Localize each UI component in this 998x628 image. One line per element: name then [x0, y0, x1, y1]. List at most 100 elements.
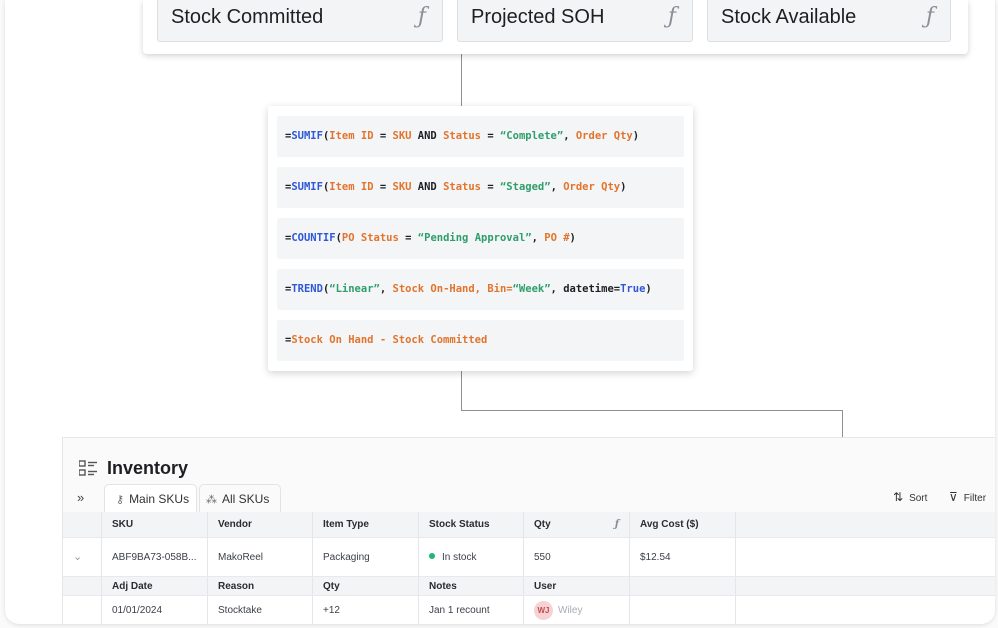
formula-token: PO # [544, 232, 570, 244]
filter-icon: ⊽ [949, 490, 958, 504]
column-header-qty[interactable]: Qty ƒ [524, 512, 630, 537]
formula-token: = [373, 130, 393, 142]
tab-all-skus[interactable]: ⁂ All SKUs [199, 484, 281, 512]
formula-token: = [373, 181, 393, 193]
column-header-notes[interactable]: Notes [419, 577, 524, 595]
empty-cell [630, 596, 736, 624]
connector-top [461, 54, 462, 106]
column-header-sku[interactable]: SKU [102, 512, 208, 537]
field-label: Stock Available [721, 6, 857, 28]
field-label: Projected SOH [471, 6, 605, 28]
formula-row[interactable]: =SUMIF(Item ID = SKU AND Status = “Stage… [277, 167, 684, 208]
formula-token: AND [411, 130, 444, 142]
formula-token: Status [443, 181, 482, 193]
expand-sidebar-button[interactable]: » [77, 490, 84, 505]
cell-stock-status[interactable]: In stock [419, 538, 524, 576]
column-header-vendor[interactable]: Vendor [208, 512, 313, 537]
row-gutter [63, 577, 102, 595]
tab-main-skus[interactable]: ⚷ Main SKUs [104, 484, 197, 512]
table-row[interactable]: ⌄ ABF9BA73-058B... MakoReel Packaging In… [63, 538, 995, 577]
function-icon: ƒ [417, 4, 426, 29]
column-header-stock-status[interactable]: Stock Status [419, 512, 524, 537]
list-icon [79, 460, 97, 476]
status-label: In stock [442, 552, 477, 563]
formula-token: PO Status [341, 232, 399, 244]
cell-sku[interactable]: ABF9BA73-058B... [102, 538, 208, 576]
formula-token: = [481, 181, 500, 193]
formula-token: “Complete” [499, 130, 564, 142]
sort-button[interactable]: ⇅ Sort [893, 490, 927, 504]
formula-token: datetime= [563, 283, 621, 295]
formula-token: AND [411, 181, 444, 193]
column-header-user[interactable]: User [524, 577, 630, 595]
formula-token: COUNTIF [291, 232, 336, 244]
sort-icon: ⇅ [893, 490, 904, 504]
formulas-card: =SUMIF(Item ID = SKU AND Status = “Compl… [268, 106, 693, 371]
cell-qty[interactable]: 550 [524, 538, 630, 576]
formula-token: , [550, 181, 564, 193]
cell-reason[interactable]: Stocktake [208, 596, 313, 624]
column-header-qty[interactable]: Qty [313, 577, 419, 595]
cell-user[interactable]: WJ Wiley [524, 596, 630, 624]
filter-button[interactable]: ⊽ Filter [949, 490, 986, 504]
cell-qty[interactable]: +12 [313, 596, 419, 624]
formula-token: “Linear” [329, 283, 380, 295]
field-chip-projected-soh[interactable]: Projected SOH ƒ [457, 0, 693, 42]
formula-token: , [379, 283, 393, 295]
cell-adj-date[interactable]: 01/01/2024 [102, 596, 208, 624]
formula-row[interactable]: =SUMIF(Item ID = SKU AND Status = “Compl… [277, 116, 684, 157]
formula-token: SKU [392, 181, 412, 193]
formula-token: Order Qty [575, 130, 633, 142]
formula-row[interactable]: =TREND(“Linear”, Stock On-Hand, Bin=“Wee… [277, 269, 684, 310]
formula-token: “Pending Approval” [417, 232, 532, 244]
function-icon: ƒ [614, 519, 619, 530]
function-icon: ƒ [667, 4, 676, 29]
row-gutter [63, 596, 102, 624]
cell-vendor[interactable]: MakoReel [208, 538, 313, 576]
inventory-header: Inventory » ⚷ Main SKUs ⁂ All SKUs ⇅ Sort ⊽… [63, 438, 995, 512]
field-label: Stock Committed [171, 6, 324, 28]
formula-token: = [481, 130, 500, 142]
formula-token: “Week” [512, 283, 551, 295]
column-header-avg-cost[interactable]: Avg Cost ($) [630, 512, 736, 537]
formula-token: ) [632, 130, 640, 142]
sort-label: Sort [909, 493, 928, 504]
expand-row-button[interactable]: ⌄ [63, 538, 102, 576]
formula-token: Stock On Hand - Stock Committed [291, 334, 488, 346]
field-chip-stock-committed[interactable]: Stock Committed ƒ [157, 0, 443, 42]
cell-item-type[interactable]: Packaging [313, 538, 419, 576]
formula-token: TREND [291, 283, 323, 295]
column-header-reason[interactable]: Reason [208, 577, 313, 595]
filter-label: Filter [963, 493, 987, 504]
formula-token: Item ID [329, 181, 374, 193]
connector-bottom-horizontal [461, 410, 843, 411]
table-header-row: SKU Vendor Item Type Stock Status Qty ƒ … [63, 512, 995, 538]
tab-label: Main SKUs [129, 492, 190, 506]
formula-token: , [563, 130, 576, 142]
column-header-adj-date[interactable]: Adj Date [102, 577, 208, 595]
sub-table-header-row: Adj Date Reason Qty Notes User [63, 577, 995, 596]
cell-avg-cost[interactable]: $12.54 [630, 538, 736, 576]
formula-row[interactable]: =COUNTIF(PO Status = “Pending Approval”,… [277, 218, 684, 259]
column-header-item-type[interactable]: Item Type [313, 512, 419, 537]
formula-token: Status [443, 130, 482, 142]
connector-bottom-vertical [461, 371, 462, 411]
cell-notes[interactable]: Jan 1 recount [419, 596, 524, 624]
canvas: Stock Committed ƒ Projected SOH ƒ Stock … [5, 0, 995, 624]
formula-token: SUMIF [291, 130, 323, 142]
user-name: Wiley [558, 605, 583, 616]
formula-token: “Staged” [499, 181, 551, 193]
empty-header-cell [630, 577, 736, 595]
formula-token: , [550, 283, 564, 295]
function-icon: ƒ [925, 4, 934, 29]
avatar: WJ [534, 601, 553, 620]
column-header-label: Qty [534, 519, 551, 530]
formula-fields-card: Stock Committed ƒ Projected SOH ƒ Stock … [143, 0, 968, 54]
inventory-panel: Inventory » ⚷ Main SKUs ⁂ All SKUs ⇅ Sort ⊽… [62, 437, 995, 624]
formula-token: , [531, 232, 545, 244]
field-chip-stock-available[interactable]: Stock Available ƒ [707, 0, 951, 42]
formula-token: Stock On-Hand, Bin= [392, 283, 513, 295]
formula-token: ) [645, 283, 652, 295]
sub-table-row[interactable]: 01/01/2024 Stocktake +12 Jan 1 recount W… [63, 596, 995, 624]
formula-row[interactable]: =Stock On Hand - Stock Committed [277, 320, 684, 361]
